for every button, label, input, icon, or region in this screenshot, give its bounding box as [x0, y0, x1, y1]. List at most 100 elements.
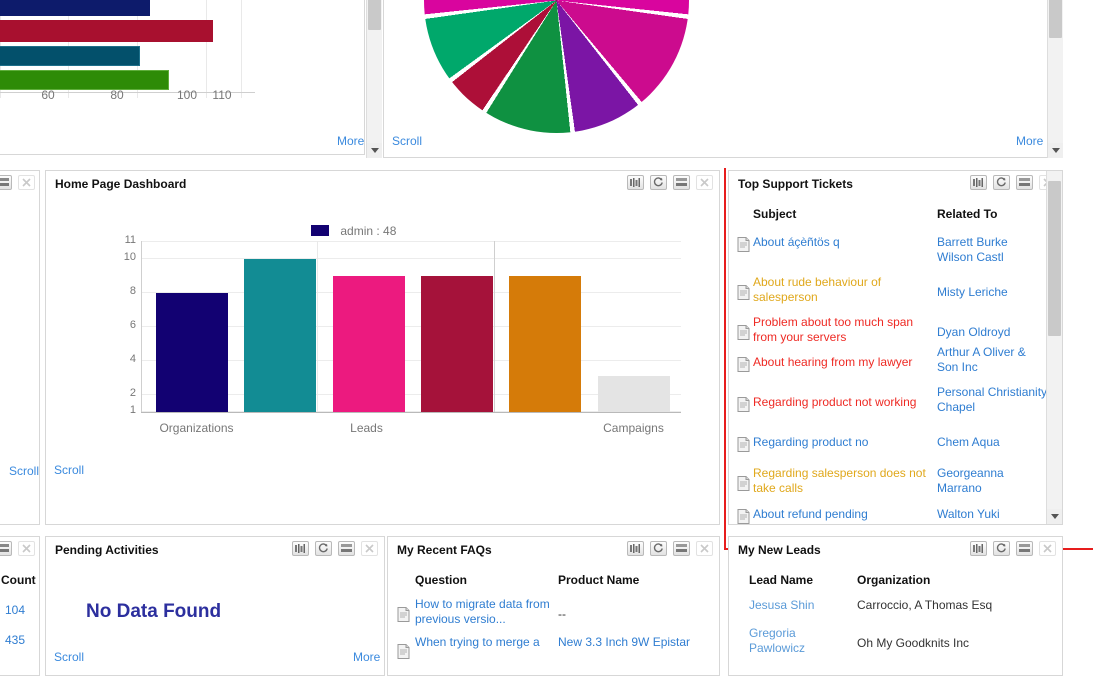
dashboard-scroll-link[interactable]: Scroll: [54, 463, 84, 477]
y-tick-8: 8: [129, 285, 136, 297]
bar-series-b: [0, 20, 213, 42]
minimize-icon[interactable]: [673, 541, 690, 556]
ticket-subject[interactable]: Regarding product no: [753, 435, 935, 450]
ticket-related-to[interactable]: Walton Yuki: [937, 507, 1045, 522]
faq-product: --: [558, 607, 566, 621]
x-axis: [141, 412, 681, 413]
table-row[interactable]: Regarding salesperson does not take call…: [729, 464, 1045, 505]
ticket-related-to[interactable]: Misty Leriche: [937, 285, 1045, 300]
bar-contacts: [244, 259, 316, 412]
count-value[interactable]: 435: [5, 633, 25, 648]
table-row[interactable]: Regarding product not working Personal C…: [729, 385, 1047, 433]
faq-question[interactable]: When trying to merge a: [415, 635, 555, 650]
minimize-icon[interactable]: [1016, 541, 1033, 556]
refresh-icon[interactable]: [315, 541, 332, 556]
empty-state-message: No Data Found: [86, 601, 222, 622]
chart-icon[interactable]: [292, 541, 309, 556]
gridline: [141, 258, 681, 259]
chart-icon[interactable]: [970, 541, 987, 556]
minimize-icon[interactable]: [1016, 175, 1033, 190]
tickets-scrollbar[interactable]: [1046, 171, 1062, 524]
lead-organization: Oh My Goodknits Inc: [857, 636, 970, 650]
top-left-chart-widget: 0 60 80 100 110 More: [0, 0, 365, 155]
ticket-related-to[interactable]: Georgeanna Marrano: [937, 466, 1045, 496]
bar-campaigns: [598, 376, 670, 412]
minimize-icon[interactable]: [338, 541, 355, 556]
column-header-product-name: Product Name: [558, 573, 640, 587]
top-left-more-link[interactable]: More: [337, 134, 364, 148]
scrollbar-down-arrow[interactable]: [1048, 143, 1063, 158]
lead-organization: Carroccio, A Thomas Esq: [857, 598, 993, 612]
x-tick-campaigns: Campaigns: [603, 421, 664, 435]
table-row[interactable]: Regarding product no Chem Aqua: [729, 433, 1045, 464]
close-icon[interactable]: [361, 541, 378, 556]
minimize-icon[interactable]: [0, 541, 12, 556]
ticket-related-to[interactable]: Barrett Burke Wilson Castl: [937, 235, 1045, 265]
ticket-subject[interactable]: Problem about too much span from your se…: [753, 315, 935, 345]
widget-tools: [0, 175, 35, 190]
ticket-subject[interactable]: Regarding product not working: [753, 395, 935, 410]
faq-product[interactable]: New 3.3 Inch 9W Epistar: [558, 635, 718, 650]
top-left-scrollbar[interactable]: [366, 0, 382, 158]
panel-title: Top Support Tickets: [738, 177, 853, 191]
widget-tools: [0, 541, 35, 556]
scrollbar-down-arrow[interactable]: [1047, 509, 1062, 524]
pending-scroll-link[interactable]: Scroll: [54, 650, 84, 664]
ticket-related-to[interactable]: Personal Christianity Chapel: [937, 385, 1049, 415]
lead-name[interactable]: Jesusa Shin: [749, 598, 849, 613]
refresh-icon[interactable]: [650, 541, 667, 556]
left-partial-widget-bottom: Count 104 435: [0, 536, 40, 676]
ticket-subject[interactable]: About rude behaviour of salesperson: [753, 275, 928, 305]
close-icon[interactable]: [18, 541, 35, 556]
ticket-subject[interactable]: About hearing from my lawyer: [753, 355, 935, 370]
table-row[interactable]: About rude behaviour of salesperson Mist…: [729, 273, 1045, 313]
new-leads-widget: My New Leads Lead Name Organization Jesu…: [728, 536, 1063, 676]
table-row[interactable]: About áçèñtös q Barrett Burke Wilson Cas…: [729, 233, 1045, 273]
count-value[interactable]: 104: [5, 603, 25, 618]
ticket-related-to[interactable]: Chem Aqua: [937, 435, 1045, 450]
ticket-related-to[interactable]: Arthur A Oliver & Son Inc: [937, 345, 1045, 375]
lead-name[interactable]: Gregoria Pawlowicz: [749, 626, 834, 656]
pie-more-link[interactable]: More: [1016, 134, 1043, 148]
close-icon[interactable]: [1039, 541, 1056, 556]
y-tick-10: 10: [123, 251, 136, 263]
bar-series-a: [0, 0, 150, 16]
table-row[interactable]: How to migrate data from previous versio…: [388, 595, 721, 635]
pending-more-link[interactable]: More: [353, 650, 380, 664]
bar-series-c: [0, 46, 140, 66]
minimize-icon[interactable]: [0, 175, 12, 190]
ticket-related-to[interactable]: Dyan Oldroyd: [937, 325, 1045, 340]
scrollbar-thumb[interactable]: [1048, 181, 1061, 336]
ticket-subject[interactable]: About áçèñtös q: [753, 235, 928, 250]
widget-tools: [292, 541, 378, 556]
scrollbar-thumb[interactable]: [368, 0, 381, 30]
pie-widget-scrollbar[interactable]: [1047, 0, 1063, 158]
column-header-lead-name: Lead Name: [749, 573, 814, 587]
ticket-subject[interactable]: Regarding salesperson does not take call…: [753, 466, 943, 496]
pie-scroll-link[interactable]: Scroll: [392, 134, 422, 148]
gridline: [241, 0, 242, 98]
panel-title: Pending Activities: [55, 543, 159, 557]
close-icon[interactable]: [696, 541, 713, 556]
document-icon: [737, 237, 750, 255]
scrollbar-down-arrow[interactable]: [367, 143, 382, 158]
widget-header: My Recent FAQs: [388, 537, 719, 563]
scrollbar-thumb[interactable]: [1049, 0, 1062, 38]
document-icon: [737, 437, 750, 455]
chart-icon[interactable]: [627, 541, 644, 556]
document-icon: [737, 325, 750, 343]
close-icon[interactable]: [18, 175, 35, 190]
ticket-subject[interactable]: About refund pending: [753, 507, 935, 522]
refresh-icon[interactable]: [993, 175, 1010, 190]
refresh-icon[interactable]: [993, 541, 1010, 556]
table-row[interactable]: About refund pending Walton Yuki: [729, 505, 1045, 535]
table-row[interactable]: Gregoria Pawlowicz Oh My Goodknits Inc: [729, 625, 1064, 667]
bar-series-d: [0, 70, 169, 90]
faq-question[interactable]: How to migrate data from previous versio…: [415, 597, 555, 627]
chart-icon[interactable]: [970, 175, 987, 190]
left-partial-scroll-link[interactable]: Scroll: [9, 464, 39, 478]
pending-activities-widget: Pending Activities No Data Found Scroll …: [45, 536, 385, 676]
table-row[interactable]: When trying to merge a New 3.3 Inch 9W E…: [388, 635, 721, 675]
table-row[interactable]: Jesusa Shin Carroccio, A Thomas Esq: [729, 595, 1064, 625]
dashboard-bar-chart: 11 10 8 6 4 2 1 Organizations Leads Camp…: [46, 171, 719, 471]
